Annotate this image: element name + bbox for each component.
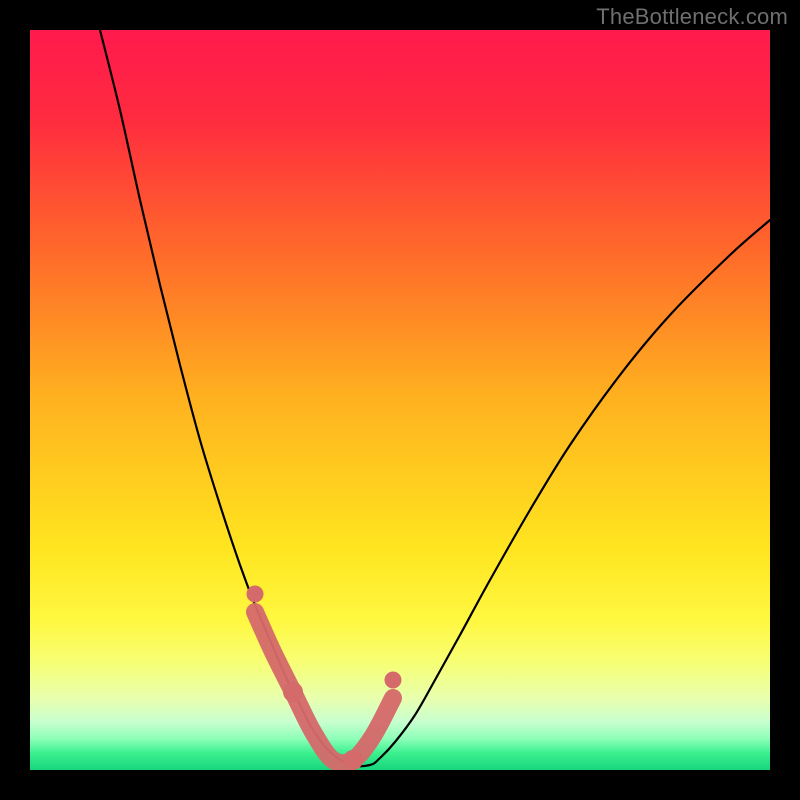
plot-area <box>30 30 770 770</box>
marker-dot <box>385 672 402 689</box>
marker-dot <box>343 750 363 770</box>
curve-layer <box>30 30 770 770</box>
watermark-text: TheBottleneck.com <box>596 4 788 30</box>
marker-dot <box>283 682 303 702</box>
bottleneck-curve <box>100 30 770 766</box>
chart-frame: TheBottleneck.com <box>0 0 800 800</box>
marker-dot <box>247 586 264 603</box>
markers-stroke <box>255 612 393 763</box>
